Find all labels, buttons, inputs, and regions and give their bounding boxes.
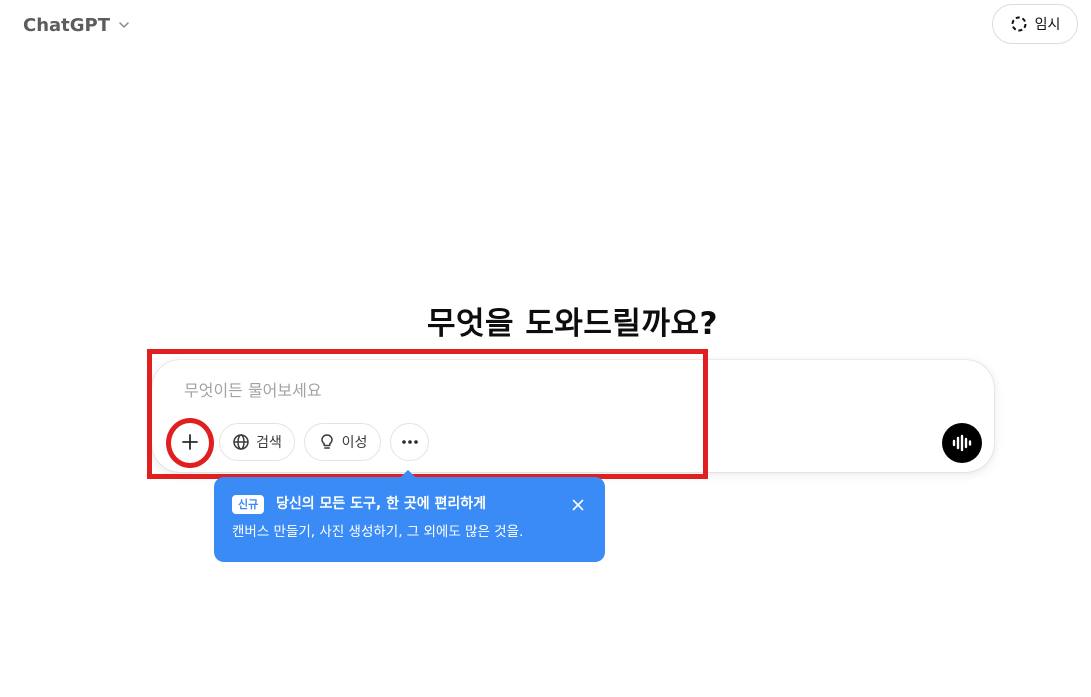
chatgpt-page: ChatGPT 임시 무엇을 도와드릴까요? 검색 [0,0,1091,697]
new-badge: 신규 [232,495,265,514]
tooltip-description: 캔버스 만들기, 사진 생성하기, 그 외에도 많은 것을. [232,524,524,540]
tooltip-arrow [400,469,416,485]
composer: 검색 이성 [152,360,994,472]
more-tools-button[interactable] [390,423,429,461]
model-name: ChatGPT [23,14,111,36]
reason-button[interactable]: 이성 [304,423,381,461]
dashed-circle-icon [1011,16,1027,32]
plus-icon [182,434,198,450]
prompt-input[interactable] [182,377,886,403]
temporary-chat-button[interactable]: 임시 [992,4,1078,44]
chevron-down-icon [119,22,129,28]
tooltip-close-button[interactable] [569,496,587,514]
close-icon [572,499,584,511]
globe-icon [233,434,249,450]
tooltip-title: 당신의 모든 도구, 한 곳에 편리하게 [276,496,487,512]
voice-mode-button[interactable] [942,423,982,463]
search-label: 검색 [256,435,282,451]
reason-label: 이성 [341,435,368,451]
temporary-chat-label: 임시 [1034,17,1061,33]
new-feature-tooltip: 신규 당신의 모든 도구, 한 곳에 편리하게 캔버스 만들기, 사진 생성하기… [214,469,605,562]
add-attachment-button[interactable] [171,423,209,461]
voice-waveform-icon [952,434,972,452]
page-headline: 무엇을 도와드릴까요? [427,306,718,342]
ellipsis-icon [401,440,418,444]
model-selector[interactable]: ChatGPT [14,9,139,41]
lightbulb-icon [320,434,333,449]
search-button[interactable]: 검색 [219,423,295,461]
